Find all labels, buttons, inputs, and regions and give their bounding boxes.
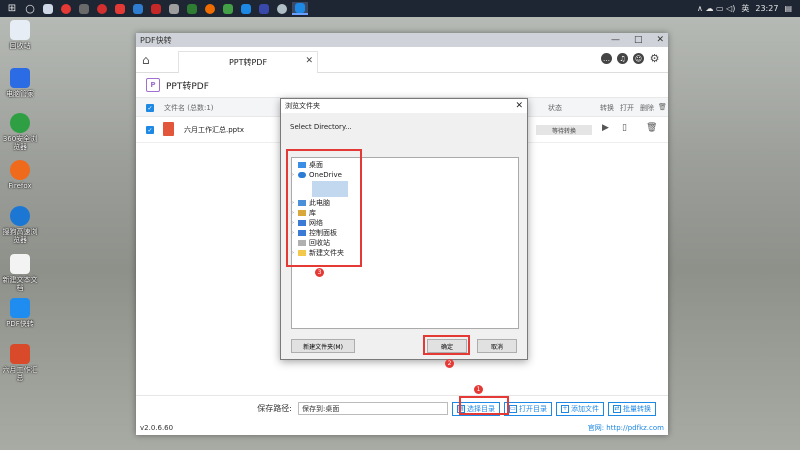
desktop-icon-text-doc[interactable]: 新建文本文档 xyxy=(0,254,40,292)
save-path-input[interactable] xyxy=(298,402,448,415)
minimize-button[interactable]: — xyxy=(611,35,620,45)
annotation-box-tree xyxy=(286,149,362,267)
column-status: 状态 xyxy=(548,104,562,112)
taskbar-app-icon-8[interactable] xyxy=(184,2,200,15)
trash-icon[interactable]: 🗑 xyxy=(646,123,657,133)
tab-ppt-to-pdf[interactable]: PPT转PDF ✕ xyxy=(178,51,318,73)
taskbar-app-icon-9[interactable] xyxy=(202,2,218,15)
play-icon[interactable]: ▶ xyxy=(602,123,609,133)
home-icon[interactable]: ⌂ xyxy=(142,53,150,67)
clock[interactable]: 23:27 xyxy=(755,4,778,13)
firefox-icon xyxy=(10,160,30,180)
sogou-browser-icon xyxy=(10,206,30,226)
desktop-icon-360-browser[interactable]: 360安全浏览器 xyxy=(0,113,40,151)
annotation-box-ok xyxy=(423,335,470,355)
text-document-icon xyxy=(10,254,30,274)
taskbar: ⊞ ○ ∧ ☁ ▭ ◁) 英 23:27 ▤ xyxy=(0,0,800,17)
version-label: v2.0.6.60 xyxy=(140,424,174,432)
ppt-to-pdf-icon: P xyxy=(146,78,160,92)
taskbar-app-icon-13[interactable] xyxy=(274,2,290,15)
ppt-file-icon xyxy=(10,344,30,364)
tab-close-icon[interactable]: ✕ xyxy=(305,56,313,66)
taskbar-app-icon-10[interactable] xyxy=(220,2,236,15)
taskbar-app-icon-6[interactable] xyxy=(148,2,164,15)
taskbar-app-icon-12[interactable] xyxy=(256,2,272,15)
desktop-icon-pdfkz[interactable]: PDF快转 xyxy=(0,298,40,328)
delete-all-icon[interactable]: 🗑 xyxy=(658,103,667,111)
close-button[interactable]: ✕ xyxy=(656,35,664,45)
taskbar-app-icon-3[interactable] xyxy=(94,2,110,15)
notification-icon[interactable]: ▤ xyxy=(784,4,792,13)
tray-icons[interactable]: ∧ ☁ ▭ ◁) xyxy=(697,4,735,13)
app-toolbar: ⌂ PPT转PDF ✕ … ♫ ☺ ⚙ xyxy=(136,47,668,73)
new-folder-button[interactable]: 新建文件夹(M) xyxy=(291,339,355,353)
desktop-icon-pc-manager[interactable]: 电脑管家 xyxy=(0,68,40,98)
tab-label: PPT转PDF xyxy=(228,58,268,67)
open-folder-icon: ▭ xyxy=(509,404,517,413)
plus-icon: + xyxy=(561,404,569,413)
taskbar-app-icon-1[interactable] xyxy=(58,2,74,15)
batch-convert-button[interactable]: ⇄ 批量转换 xyxy=(608,401,656,416)
taskbar-pdfkz-icon[interactable] xyxy=(292,2,308,15)
gear-icon[interactable]: ⚙ xyxy=(649,52,660,65)
open-file-icon[interactable]: ▯ xyxy=(622,123,627,133)
save-path-label: 保存路径: xyxy=(257,404,292,413)
select-all-checkbox[interactable]: ✓ xyxy=(146,104,154,112)
cancel-button[interactable]: 取消 xyxy=(477,339,517,353)
user-icon[interactable]: ☺ xyxy=(633,53,644,64)
desktop-icon-sogou-browser[interactable]: 搜狗高速浏览器 xyxy=(0,206,40,244)
headset-icon[interactable]: ♫ xyxy=(617,53,628,64)
taskbar-app-icon-2[interactable] xyxy=(76,2,92,15)
pdfkz-icon xyxy=(10,298,30,318)
search-icon[interactable]: ○ xyxy=(22,2,38,15)
bottom-bar: 保存路径: ▤ 选择目录 ▭ 打开目录 + 添加文件 ⇄ 批量转换 xyxy=(136,395,668,421)
annotation-badge-1: 1 xyxy=(474,385,483,394)
taskbar-app-icon-4[interactable] xyxy=(112,2,128,15)
desktop-icon-ppt-file[interactable]: 六月工作汇总 xyxy=(0,344,40,382)
taskbar-app-icon-5[interactable] xyxy=(130,2,146,15)
task-view-icon[interactable] xyxy=(40,2,56,15)
dialog-prompt: Select Directory... xyxy=(290,123,352,131)
desktop-icon-recycle-bin[interactable]: 回收站 xyxy=(0,20,40,50)
chat-icon[interactable]: … xyxy=(601,53,612,64)
dialog-titlebar[interactable]: 浏览文件夹 ✕ xyxy=(281,99,527,113)
desktop-icon-firefox[interactable]: Firefox xyxy=(0,160,40,190)
column-convert: 转换 xyxy=(600,104,614,112)
website-link[interactable]: 官网: http://pdfkz.com xyxy=(588,423,664,433)
annotation-badge-3: 3 xyxy=(315,268,324,277)
taskbar-app-icon-7[interactable] xyxy=(166,2,182,15)
app-titlebar[interactable]: PDF快转 — □ ✕ xyxy=(136,33,668,47)
file-name: 六月工作汇总.pptx xyxy=(184,126,244,134)
360-browser-icon xyxy=(10,113,30,133)
dialog-close-icon[interactable]: ✕ xyxy=(515,101,523,111)
column-delete: 删除 xyxy=(640,104,654,112)
maximize-button[interactable]: □ xyxy=(634,35,643,45)
pc-manager-icon xyxy=(10,68,30,88)
input-language[interactable]: 英 xyxy=(741,3,749,14)
recycle-bin-icon xyxy=(10,20,30,40)
section-header: P PPT转PDF xyxy=(136,73,668,97)
app-title: PDF快转 xyxy=(140,35,172,45)
dialog-title: 浏览文件夹 xyxy=(285,102,320,110)
taskbar-app-icon-11[interactable] xyxy=(238,2,254,15)
annotation-badge-2: 2 xyxy=(445,359,454,368)
app-footer: v2.0.6.60 官网: http://pdfkz.com xyxy=(136,421,668,435)
add-file-button[interactable]: + 添加文件 xyxy=(556,401,604,416)
windows-start-icon[interactable]: ⊞ xyxy=(4,2,20,15)
column-filename: 文件名 (总数:1) xyxy=(164,104,214,112)
system-tray: ∧ ☁ ▭ ◁) 英 23:27 ▤ xyxy=(697,0,800,17)
pptx-file-icon xyxy=(163,122,174,136)
annotation-box-choose-dir xyxy=(459,396,509,415)
column-open: 打开 xyxy=(620,104,634,112)
convert-icon: ⇄ xyxy=(613,404,621,413)
row-checkbox[interactable]: ✓ xyxy=(146,126,154,134)
status-badge: 等待转换 xyxy=(536,125,592,135)
open-dir-button[interactable]: ▭ 打开目录 xyxy=(504,401,552,416)
section-title: PPT转PDF xyxy=(166,81,209,92)
